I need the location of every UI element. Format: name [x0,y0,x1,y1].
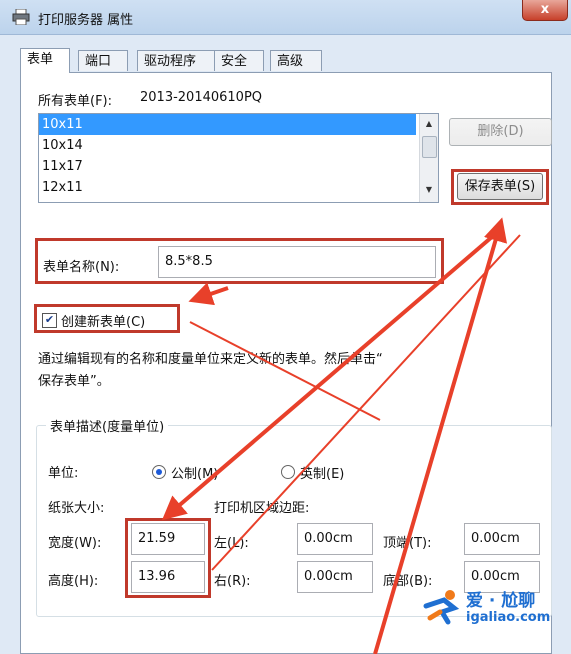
server-name: 2013-20140610PQ [140,90,263,105]
metric-label[interactable]: 公制(M) [171,463,218,482]
list-scrollbar[interactable]: ▲ ▼ [419,114,438,202]
tab-forms[interactable]: 表单 [20,48,70,73]
left-margin-field[interactable]: 0.00cm [297,523,373,555]
watermark-brand: 爱 · 尬聊 [466,591,536,611]
paper-size-label: 纸张大小: [48,501,105,516]
annotation-box [125,518,211,598]
height-label: 高度(H): [48,574,99,589]
tab-ports[interactable]: 端口 [78,50,128,71]
right-margin-label: 右(R): [214,574,251,589]
printer-icon [12,9,30,25]
units-label: 单位: [48,466,79,481]
margins-label: 打印机区域边距: [214,501,310,516]
list-item[interactable]: 12x11 [39,177,416,198]
list-item[interactable]: 10x14 [39,135,416,156]
scroll-up-icon[interactable]: ▲ [420,116,438,132]
annotation-box [34,304,180,333]
description-text-2: 保存表单”。 [38,374,110,389]
watermark-url: igaliao.com [466,610,551,625]
close-button[interactable]: x [522,0,568,21]
top-margin-field[interactable]: 0.00cm [464,523,540,555]
scroll-down-icon[interactable]: ▼ [420,182,438,198]
runner-logo-icon [423,590,460,625]
group-title: 表单描述(度量单位) [46,416,169,435]
window-title: 打印服务器 属性 [38,13,134,28]
all-forms-label: 所有表单(F): [38,94,113,109]
tab-security[interactable]: 安全 [214,50,264,71]
forms-listbox[interactable]: 10x11 10x14 11x17 12x11 ▲ ▼ [38,113,439,203]
bottom-margin-label: 底部(B): [383,574,433,589]
width-label: 宽度(W): [48,536,102,551]
metric-radio[interactable] [152,465,166,479]
annotation-box [35,238,444,284]
tab-drivers[interactable]: 驱动程序 [137,50,215,71]
tab-advanced[interactable]: 高级 [270,50,322,71]
english-radio[interactable] [281,465,295,479]
title-bar: 打印服务器 属性 x [0,0,571,35]
list-item[interactable]: 10x11 [39,114,416,135]
list-item[interactable]: 11x17 [39,156,416,177]
delete-button[interactable]: 删除(D) [449,118,552,146]
right-margin-field[interactable]: 0.00cm [297,561,373,593]
description-text: 通过编辑现有的名称和度量单位来定义新的表单。然后单击“ [38,352,383,367]
top-margin-label: 顶端(T): [383,536,432,551]
annotation-box [451,169,549,205]
scroll-thumb[interactable] [422,136,437,158]
left-margin-label: 左(L): [214,536,249,551]
english-label[interactable]: 英制(E) [300,463,344,482]
